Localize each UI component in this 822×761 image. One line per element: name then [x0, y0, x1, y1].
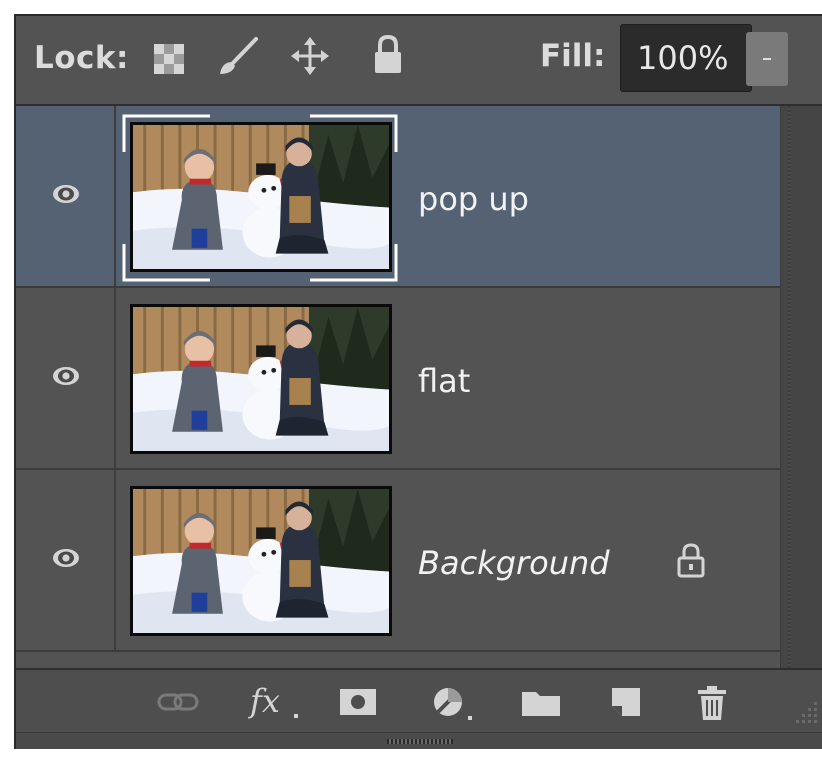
eye-icon[interactable]	[52, 182, 80, 206]
lock-label: Lock:	[34, 40, 129, 76]
layer-lock-icon	[677, 543, 705, 578]
selection-corner-icon	[310, 114, 398, 152]
checkerboard-lock-icon[interactable]	[152, 42, 186, 76]
svg-text:fx: fx	[248, 682, 280, 720]
visibility-toggle[interactable]	[16, 288, 116, 468]
layer-name[interactable]: pop up	[418, 180, 529, 218]
selection-corner-icon	[310, 244, 398, 282]
layers-scrollbar[interactable]	[780, 106, 822, 668]
fill-label: Fill:	[540, 38, 606, 74]
panel-options-bar: Lock: Fill: 100%	[16, 16, 822, 106]
link-layers-icon[interactable]	[156, 684, 200, 720]
move-lock-icon[interactable]	[290, 36, 330, 76]
adjustment-layer-icon[interactable]	[430, 684, 480, 720]
delete-icon[interactable]	[694, 684, 730, 720]
layer-thumbnail[interactable]	[130, 304, 392, 454]
selection-corner-icon	[122, 114, 210, 152]
layer-row-pop-up[interactable]: pop up	[16, 106, 780, 288]
fill-dropdown-button[interactable]	[746, 32, 788, 86]
padlock-icon[interactable]	[372, 34, 404, 76]
selection-corner-icon	[122, 244, 210, 282]
drag-handle[interactable]	[387, 739, 453, 744]
resize-grip-icon[interactable]	[792, 700, 820, 728]
layer-name[interactable]: flat	[418, 362, 470, 400]
new-group-icon[interactable]	[520, 684, 562, 720]
layer-row-flat[interactable]: flat	[16, 288, 780, 470]
layers-bottom-toolbar: fx	[16, 668, 822, 734]
new-layer-icon[interactable]	[608, 684, 644, 720]
brush-lock-icon[interactable]	[216, 36, 260, 76]
layer-name[interactable]: Background	[418, 544, 610, 582]
layer-thumbnail[interactable]	[130, 486, 392, 636]
fill-value: 100%	[637, 39, 729, 77]
eye-icon[interactable]	[52, 364, 80, 388]
fill-input[interactable]: 100%	[620, 24, 752, 92]
add-mask-icon[interactable]	[338, 684, 378, 720]
visibility-toggle[interactable]	[16, 106, 116, 286]
layer-list: pop up flat Background	[16, 106, 780, 668]
fx-icon[interactable]: fx	[248, 678, 304, 722]
layer-row-background[interactable]: Background	[16, 470, 780, 652]
eye-icon[interactable]	[52, 546, 80, 570]
layers-panel: Lock: Fill: 100% pop up flat Background …	[14, 14, 822, 749]
visibility-toggle[interactable]	[16, 470, 116, 650]
panel-resize-bar[interactable]	[16, 732, 822, 749]
